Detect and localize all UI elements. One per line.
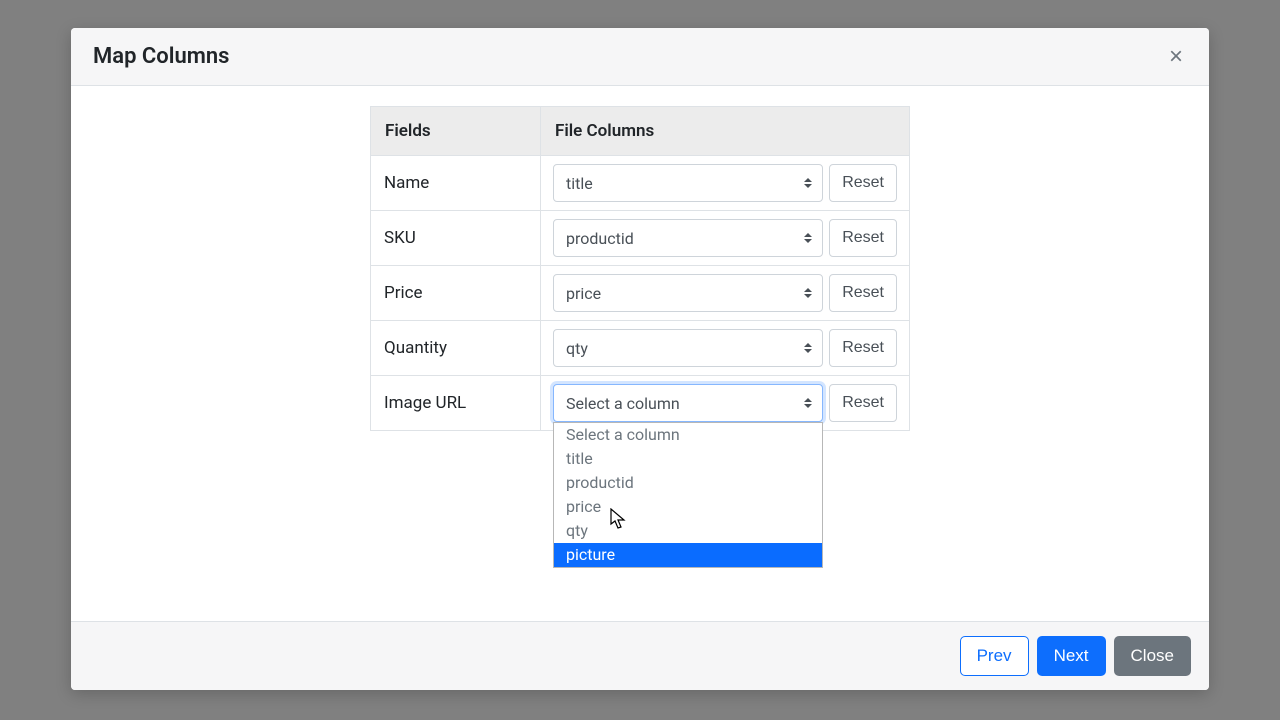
column-dropdown: Select a column title productid price qt… — [553, 422, 823, 568]
field-label-price: Price — [371, 266, 541, 321]
table-row: Name title Reset — [371, 156, 910, 211]
field-label-quantity: Quantity — [371, 321, 541, 376]
reset-button-quantity[interactable]: Reset — [829, 329, 897, 367]
column-select-quantity[interactable]: qty — [553, 329, 823, 367]
mapping-table: Fields File Columns Name title — [370, 106, 910, 431]
reset-button-image-url[interactable]: Reset — [829, 384, 897, 422]
chevron-updown-icon — [804, 343, 812, 353]
select-value: qty — [566, 339, 588, 358]
next-button[interactable]: Next — [1037, 636, 1106, 676]
dropdown-option-title[interactable]: title — [554, 447, 822, 471]
select-value: Select a column — [566, 394, 680, 413]
field-label-image-url: Image URL — [371, 376, 541, 431]
table-row: Image URL Select a column Select a colum… — [371, 376, 910, 431]
select-value: title — [566, 174, 593, 193]
close-button[interactable]: Close — [1114, 636, 1191, 676]
dropdown-option-productid[interactable]: productid — [554, 471, 822, 495]
column-select-price[interactable]: price — [553, 274, 823, 312]
dropdown-option-picture[interactable]: picture — [554, 543, 822, 567]
dropdown-option-price[interactable]: price — [554, 495, 822, 519]
reset-button-name[interactable]: Reset — [829, 164, 897, 202]
column-select-name[interactable]: title — [553, 164, 823, 202]
chevron-updown-icon — [804, 233, 812, 243]
table-row: Price price Reset — [371, 266, 910, 321]
col-header-file-columns: File Columns — [541, 107, 910, 156]
col-header-fields: Fields — [371, 107, 541, 156]
modal-body: Fields File Columns Name title — [71, 86, 1209, 621]
reset-button-sku[interactable]: Reset — [829, 219, 897, 257]
chevron-updown-icon — [804, 178, 812, 188]
prev-button[interactable]: Prev — [960, 636, 1029, 676]
reset-button-price[interactable]: Reset — [829, 274, 897, 312]
table-row: Quantity qty Reset — [371, 321, 910, 376]
chevron-updown-icon — [804, 398, 812, 408]
dropdown-option-qty[interactable]: qty — [554, 519, 822, 543]
field-label-sku: SKU — [371, 211, 541, 266]
field-label-name: Name — [371, 156, 541, 211]
chevron-updown-icon — [804, 288, 812, 298]
dropdown-option-placeholder[interactable]: Select a column — [554, 423, 822, 447]
column-select-sku[interactable]: productid — [553, 219, 823, 257]
close-icon[interactable]: × — [1165, 45, 1187, 69]
modal-header: Map Columns × — [71, 28, 1209, 86]
modal-footer: Prev Next Close — [71, 621, 1209, 690]
modal-title: Map Columns — [93, 44, 229, 69]
select-value: productid — [566, 229, 634, 248]
map-columns-modal: Map Columns × Fields File Columns Name — [71, 28, 1209, 690]
table-row: SKU productid Reset — [371, 211, 910, 266]
column-select-image-url[interactable]: Select a column — [553, 384, 823, 422]
select-value: price — [566, 284, 601, 303]
